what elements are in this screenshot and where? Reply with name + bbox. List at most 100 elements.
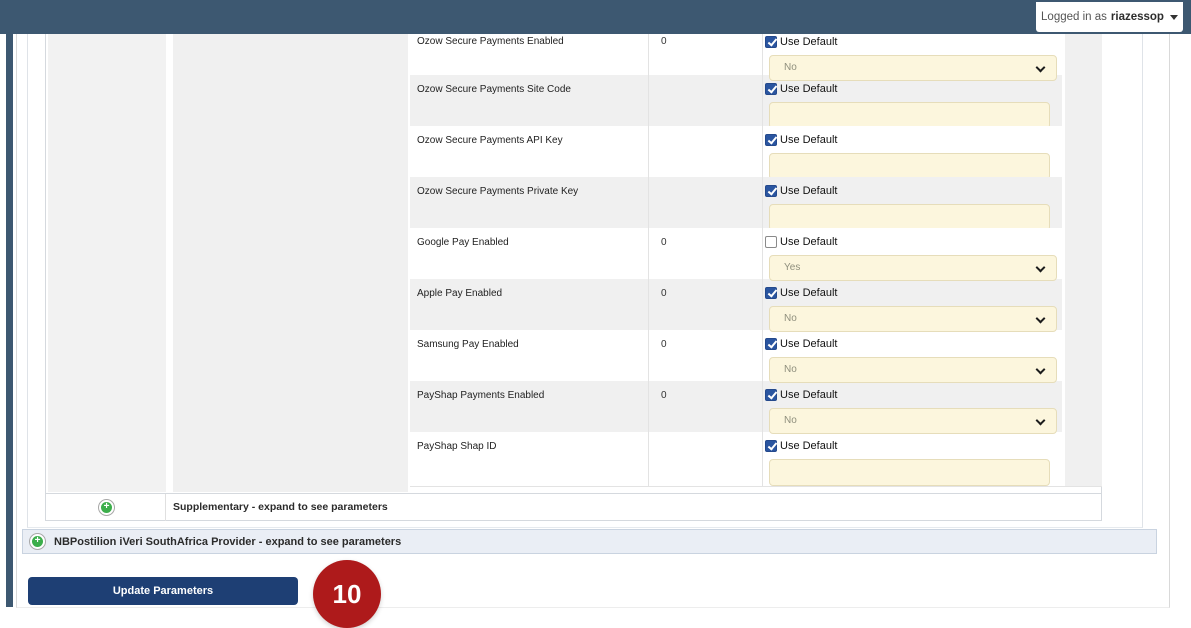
filler-cell — [1065, 279, 1102, 333]
use-default-row[interactable]: Use Default — [765, 235, 1062, 248]
parameter-control-cell: Use Default — [763, 432, 1062, 487]
step-badge: 10 — [313, 560, 381, 628]
parameter-row: PayShap Payments Enabled0 Use Default No — [410, 381, 1102, 432]
parameter-name: Samsung Pay Enabled — [410, 330, 649, 384]
parameter-control-cell: Use Default — [763, 126, 1062, 181]
parameter-control-cell: Use Default Yes — [763, 228, 1062, 282]
parameter-row: Ozow Secure Payments Enabled0Use Default… — [410, 34, 1102, 75]
use-default-checkbox[interactable] — [765, 185, 777, 197]
caret-down-icon — [1170, 15, 1178, 20]
filler-cell — [1065, 432, 1102, 487]
filler-cell — [1065, 177, 1102, 232]
parameter-default-value: 0 — [649, 279, 763, 333]
use-default-row[interactable]: Use Default — [765, 184, 1062, 197]
expanded-group-icon-cell — [48, 34, 166, 492]
parameter-select[interactable]: Yes — [769, 255, 1057, 281]
expand-plus-icon[interactable] — [29, 533, 46, 550]
group-row-supplementary[interactable]: Supplementary - expand to see parameters — [46, 493, 1101, 520]
parameter-control-cell: Use Default No — [763, 381, 1062, 435]
filler-cell — [1065, 228, 1102, 282]
parameter-name: Ozow Secure Payments Private Key — [410, 177, 649, 232]
chevron-down-icon — [1036, 263, 1046, 273]
use-default-row[interactable]: Use Default — [765, 35, 1062, 48]
supplementary-icon-cell — [48, 494, 166, 521]
use-default-checkbox[interactable] — [765, 338, 777, 350]
parameter-select[interactable]: No — [769, 55, 1057, 81]
chevron-down-icon — [1036, 63, 1046, 73]
parameter-default-value — [649, 177, 763, 232]
use-default-label: Use Default — [780, 338, 837, 350]
expand-plus-icon[interactable] — [98, 499, 115, 516]
parameter-input[interactable] — [769, 102, 1050, 129]
group-label: Supplementary - expand to see parameters — [173, 494, 388, 521]
provider-label: NBPostilion iVeri SouthAfrica Provider -… — [54, 536, 401, 548]
parameter-name: PayShap Shap ID — [410, 432, 649, 487]
parameter-name: Ozow Secure Payments API Key — [410, 126, 649, 181]
provider-parameters-table: Ozow Secure Payments Enabled0Use Default… — [45, 34, 1102, 521]
parameter-default-value — [649, 126, 763, 181]
parameter-default-value: 0 — [649, 381, 763, 435]
plus-glyph — [32, 536, 43, 547]
use-default-checkbox[interactable] — [765, 36, 777, 48]
parameter-name: Ozow Secure Payments Site Code — [410, 75, 649, 130]
page: Logged in as riazessop Ozow Secure Payme… — [0, 0, 1191, 628]
logged-in-text: Logged in as — [1041, 11, 1107, 23]
filler-cell — [1065, 330, 1102, 384]
filler-cell — [1065, 126, 1102, 181]
use-default-checkbox[interactable] — [765, 83, 777, 95]
filler-cell — [1065, 75, 1102, 130]
parameter-input[interactable] — [769, 459, 1050, 486]
parameter-row: PayShap Shap IDUse Default — [410, 432, 1102, 483]
parameter-row: Google Pay Enabled0Use DefaultYes — [410, 228, 1102, 279]
use-default-row[interactable]: Use Default — [765, 337, 1062, 350]
use-default-row[interactable]: Use Default — [765, 133, 1062, 146]
use-default-row[interactable]: Use Default — [765, 82, 1062, 95]
username: riazessop — [1111, 11, 1164, 23]
parameter-select[interactable]: No — [769, 408, 1057, 434]
user-menu[interactable]: Logged in as riazessop — [1036, 2, 1183, 32]
use-default-checkbox[interactable] — [765, 236, 777, 248]
expanded-group-name-cell — [173, 34, 408, 492]
left-edge-strip — [6, 34, 13, 607]
parameter-default-value — [649, 432, 763, 487]
use-default-checkbox[interactable] — [765, 287, 777, 299]
use-default-row[interactable]: Use Default — [765, 286, 1062, 299]
provider-row-nbpostilion[interactable]: NBPostilion iVeri SouthAfrica Provider -… — [22, 529, 1157, 554]
parameter-input[interactable] — [769, 153, 1050, 180]
parameter-row: Samsung Pay Enabled0 Use Default No — [410, 330, 1102, 381]
use-default-checkbox[interactable] — [765, 440, 777, 452]
use-default-checkbox[interactable] — [765, 134, 777, 146]
chevron-down-icon — [1036, 365, 1046, 375]
parameter-control-cell: Use Default — [763, 177, 1062, 232]
parameter-row: Ozow Secure Payments API KeyUse Default — [410, 126, 1102, 177]
use-default-label: Use Default — [780, 440, 837, 452]
use-default-row[interactable]: Use Default — [765, 388, 1062, 401]
use-default-label: Use Default — [780, 287, 837, 299]
parameter-control-cell: Use Default No — [763, 279, 1062, 333]
use-default-checkbox[interactable] — [765, 389, 777, 401]
parameter-select[interactable]: No — [769, 306, 1057, 332]
chevron-down-icon — [1036, 416, 1046, 426]
parameter-row: Ozow Secure Payments Site CodeUse Defaul… — [410, 75, 1102, 126]
parameter-name: Apple Pay Enabled — [410, 279, 649, 333]
update-parameters-button[interactable]: Update Parameters — [28, 577, 298, 605]
use-default-label: Use Default — [780, 389, 837, 401]
use-default-label: Use Default — [780, 185, 837, 197]
chevron-down-icon — [1036, 314, 1046, 324]
use-default-label: Use Default — [780, 36, 837, 48]
parameter-select[interactable]: No — [769, 357, 1057, 383]
parameter-row: Apple Pay Enabled0 Use Default No — [410, 279, 1102, 330]
plus-glyph — [101, 502, 112, 513]
parameter-control-cell: Use Default No — [763, 330, 1062, 384]
use-default-label: Use Default — [780, 236, 837, 248]
use-default-row[interactable]: Use Default — [765, 439, 1062, 452]
parameter-input[interactable] — [769, 204, 1050, 231]
parameter-default-value: 0 — [649, 330, 763, 384]
parameter-name: Google Pay Enabled — [410, 228, 649, 282]
top-navigation-bar: Logged in as riazessop — [0, 0, 1191, 34]
parameter-row: Ozow Secure Payments Private KeyUse Defa… — [410, 177, 1102, 228]
parameter-rows: Ozow Secure Payments Enabled0Use Default… — [410, 34, 1102, 483]
filler-cell — [1065, 381, 1102, 435]
parameter-name: PayShap Payments Enabled — [410, 381, 649, 435]
use-default-label: Use Default — [780, 83, 837, 95]
